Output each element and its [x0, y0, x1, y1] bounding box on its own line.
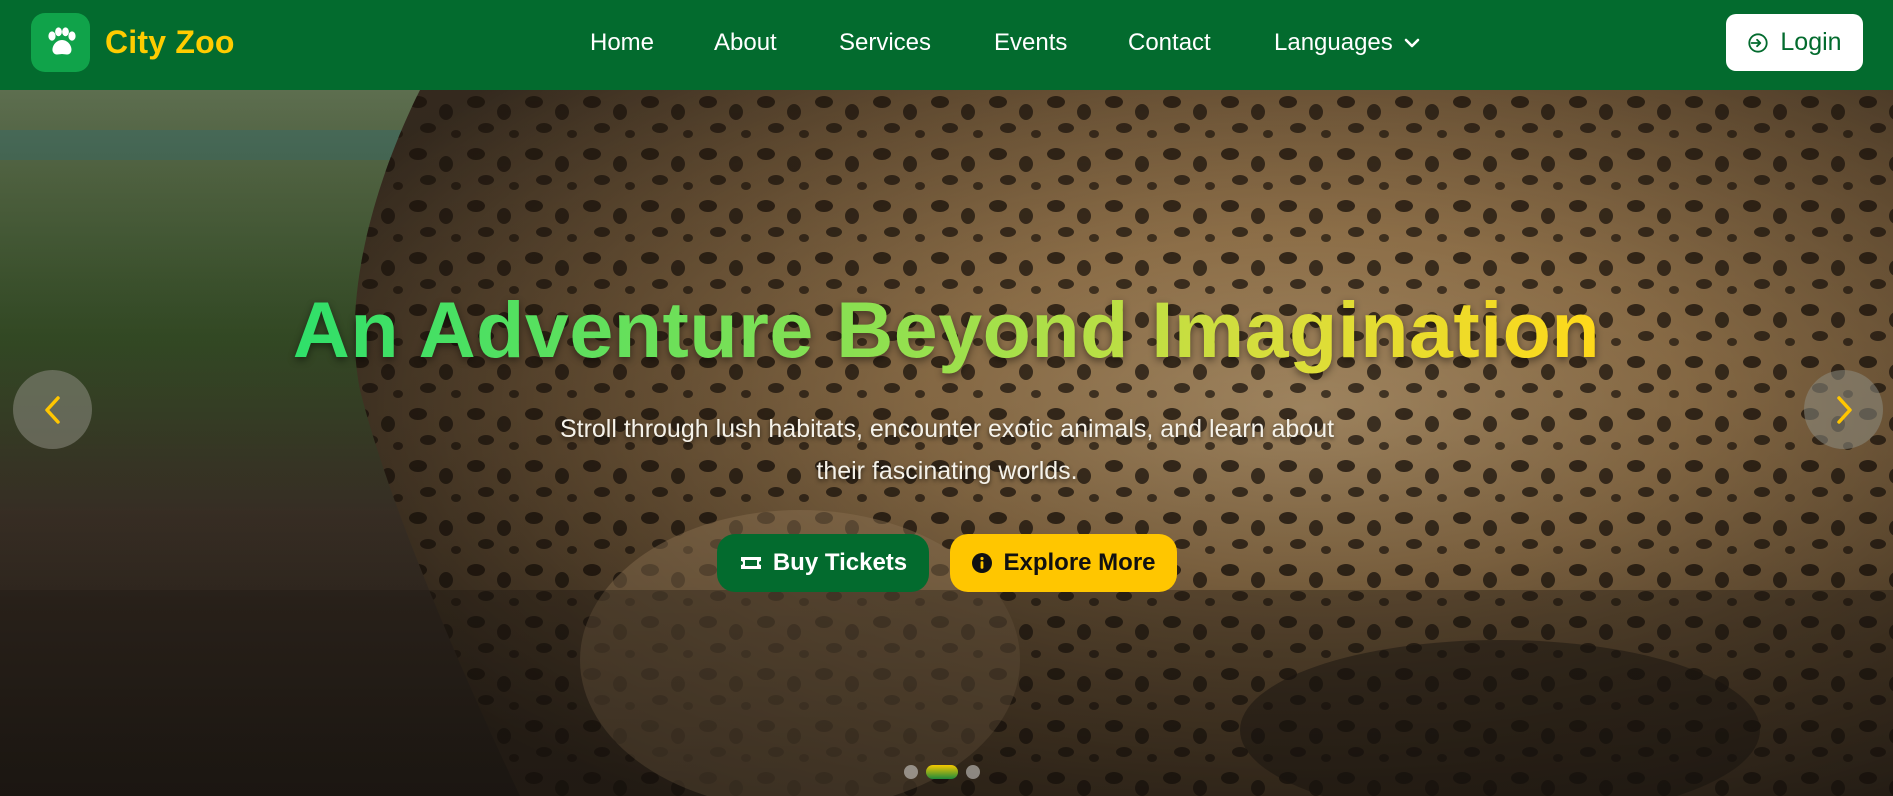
- hero-subtitle: Stroll through lush habitats, encounter …: [559, 415, 1335, 485]
- carousel-indicators: [904, 765, 980, 779]
- carousel-dot-2[interactable]: [926, 765, 958, 779]
- nav-services[interactable]: Services: [839, 26, 931, 60]
- login-button[interactable]: Login: [1726, 14, 1863, 71]
- nav-languages-label: Languages: [1274, 29, 1393, 56]
- hero-carousel: An Adventure Beyond Imagination Stroll t…: [0, 90, 1893, 796]
- carousel-prev-button[interactable]: [13, 370, 92, 449]
- ticket-icon: [740, 557, 761, 569]
- nav-about[interactable]: About: [714, 26, 777, 60]
- hero-title-text: An Adventure Beyond Imagination: [292, 285, 1601, 374]
- hero-title: An Adventure Beyond Imagination: [0, 285, 1893, 375]
- login-icon: [1748, 32, 1769, 53]
- chevron-left-icon: [44, 395, 60, 424]
- explore-more-label: Explore More: [1003, 549, 1156, 576]
- chevron-down-icon: [1404, 38, 1420, 48]
- carousel-next-button[interactable]: [1804, 370, 1883, 449]
- nav-events[interactable]: Events: [994, 26, 1067, 60]
- buy-tickets-label: Buy Tickets: [772, 549, 908, 576]
- nav-languages-dropdown[interactable]: Languages: [1274, 26, 1421, 60]
- buy-tickets-button[interactable]: Buy Tickets: [717, 534, 929, 592]
- chevron-right-icon: [1836, 395, 1852, 424]
- navbar: City Zoo Home About Services Events Cont…: [0, 0, 1893, 90]
- carousel-dot-3[interactable]: [966, 765, 980, 779]
- info-icon: [972, 553, 993, 573]
- explore-more-button[interactable]: Explore More: [950, 534, 1177, 592]
- carousel-dot-1[interactable]: [904, 765, 918, 779]
- login-label: Login: [1780, 28, 1842, 56]
- main-nav: Home About Services Events Contact Langu…: [0, 0, 1893, 90]
- nav-contact[interactable]: Contact: [1128, 26, 1211, 60]
- nav-home[interactable]: Home: [590, 26, 654, 60]
